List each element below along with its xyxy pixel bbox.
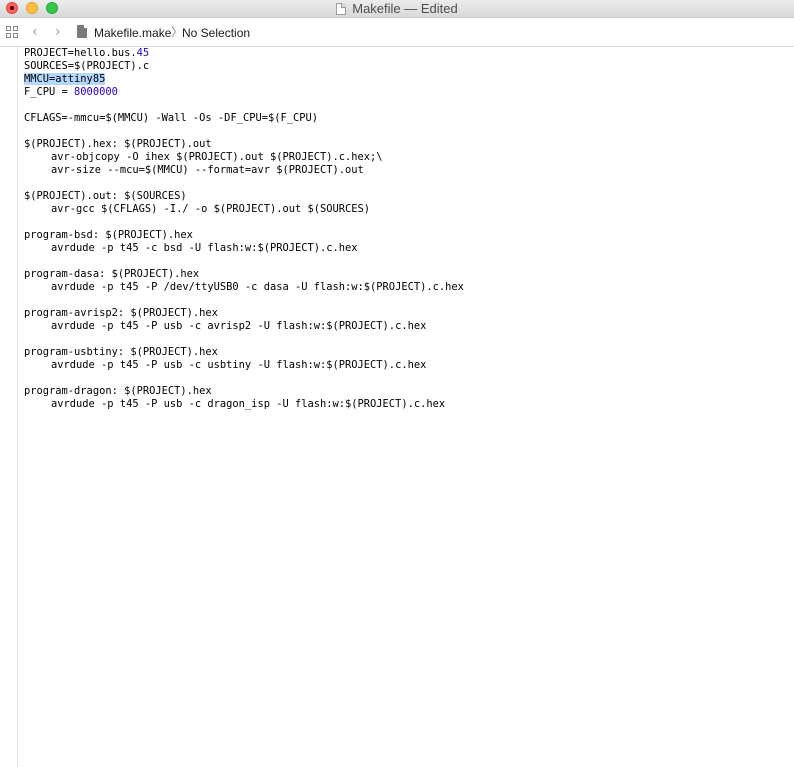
code-line[interactable]: program-bsd: $(PROJECT).hex <box>24 229 193 242</box>
close-button[interactable] <box>6 2 18 14</box>
code-line[interactable]: SOURCES=$(PROJECT).c <box>24 60 149 73</box>
title-bar[interactable]: Makefile — Edited <box>0 0 794 18</box>
related-items-grid-icon[interactable] <box>6 26 18 38</box>
code-line[interactable]: avr-objcopy -O ihex $(PROJECT).out $(PRO… <box>24 151 383 164</box>
code-line[interactable]: program-avrisp2: $(PROJECT).hex <box>24 307 218 320</box>
document-icon <box>336 2 347 15</box>
xcode-window: Makefile — Edited ‹ › Makefile.make 〉 No… <box>0 0 794 767</box>
code-line[interactable]: avrdude -p t45 -P usb -c dragon_isp -U f… <box>24 398 445 411</box>
back-button[interactable]: ‹ <box>32 24 38 40</box>
code-text: PROJECT=hello.bus. <box>24 47 137 59</box>
code-line[interactable]: avr-gcc $(CFLAGS) -I./ -o $(PROJECT).out… <box>24 203 370 216</box>
forward-button[interactable]: › <box>55 24 61 40</box>
code-line[interactable]: program-usbtiny: $(PROJECT).hex <box>24 346 218 359</box>
minimize-button[interactable] <box>26 2 38 14</box>
code-line[interactable]: program-dragon: $(PROJECT).hex <box>24 385 212 398</box>
code-editor[interactable]: PROJECT=hello.bus.45 SOURCES=$(PROJECT).… <box>24 47 790 767</box>
code-text: F_CPU = <box>24 86 75 98</box>
code-line-selected[interactable]: MMCU=attiny85 <box>24 73 106 86</box>
editor-gutter <box>0 47 18 767</box>
code-line[interactable]: avrdude -p t45 -P /dev/ttyUSB0 -c dasa -… <box>24 281 464 294</box>
code-line[interactable]: F_CPU = 8000000 <box>24 86 118 99</box>
window-title[interactable]: Makefile — Edited <box>352 1 458 16</box>
code-line[interactable]: PROJECT=hello.bus.45 <box>24 47 149 60</box>
number-literal: 45 <box>136 47 150 59</box>
code-line[interactable]: avrdude -p t45 -c bsd -U flash:w:$(PROJE… <box>24 242 358 255</box>
text-selection[interactable]: MMCU=attiny85 <box>24 73 106 85</box>
code-line[interactable]: avrdude -p t45 -P usb -c usbtiny -U flas… <box>24 359 426 372</box>
zoom-button[interactable] <box>46 2 58 14</box>
code-line[interactable]: program-dasa: $(PROJECT).hex <box>24 268 199 281</box>
code-line[interactable]: CFLAGS=-mmcu=$(MMCU) -Wall -Os -DF_CPU=$… <box>24 112 318 125</box>
code-line[interactable]: $(PROJECT).hex: $(PROJECT).out <box>24 138 212 151</box>
breadcrumb-file[interactable]: Makefile.make <box>94 26 171 40</box>
number-literal: 8000000 <box>74 86 118 98</box>
breadcrumb-selection[interactable]: No Selection <box>182 26 250 40</box>
jump-bar: ‹ › Makefile.make 〉 No Selection <box>0 18 794 47</box>
code-line[interactable]: avr-size --mcu=$(MMCU) --format=avr $(PR… <box>24 164 364 177</box>
file-icon <box>77 25 87 38</box>
code-line[interactable]: $(PROJECT).out: $(SOURCES) <box>24 190 187 203</box>
code-line[interactable]: avrdude -p t45 -P usb -c avrisp2 -U flas… <box>24 320 426 333</box>
